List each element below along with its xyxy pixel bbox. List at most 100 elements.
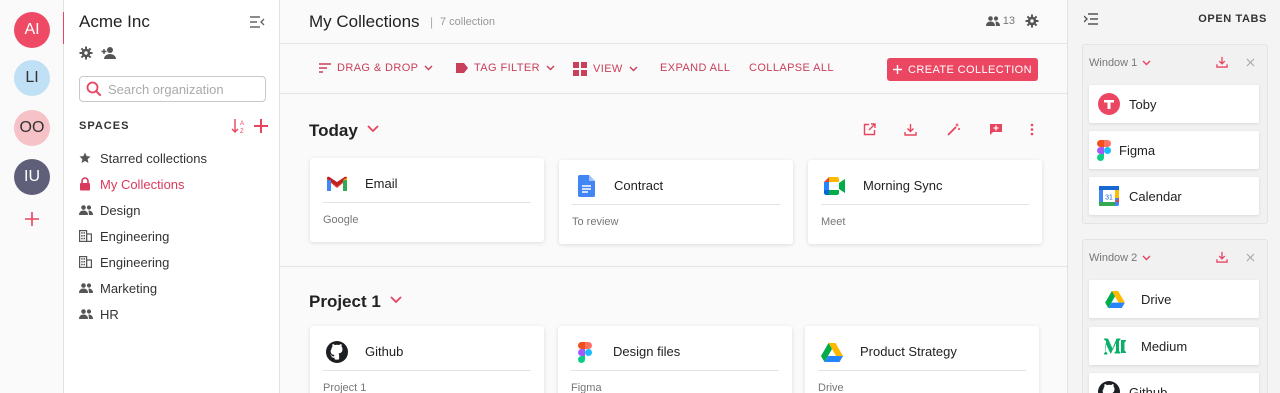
- google-drive-icon: [820, 340, 844, 364]
- close-window-button[interactable]: [1246, 58, 1255, 67]
- add-space-button[interactable]: [253, 118, 269, 134]
- collapse-sidebar-button[interactable]: [249, 15, 265, 29]
- download-button[interactable]: [904, 123, 947, 136]
- sort-lines-icon: [319, 63, 331, 73]
- plus-icon: [893, 65, 903, 74]
- save-window-button[interactable]: [1216, 251, 1228, 263]
- expand-all-button[interactable]: EXPAND ALL: [660, 62, 730, 74]
- bookmark-title: Morning Sync: [863, 178, 943, 193]
- main-content: My Collections | 7 collection 13 DRAG & …: [280, 0, 1067, 393]
- toggle-panel-button[interactable]: [1084, 13, 1098, 25]
- open-tab[interactable]: 31 Calendar: [1089, 177, 1259, 215]
- sidebar: Acme Inc SPACES AZ: [64, 0, 280, 393]
- spaces-title: SPACES: [79, 120, 130, 132]
- open-tab[interactable]: Medium: [1089, 327, 1259, 365]
- google-meet-icon: [823, 174, 847, 198]
- collection-toggle-button[interactable]: [390, 296, 402, 304]
- collection-toggle-button[interactable]: [367, 125, 379, 133]
- sidebar-item-engineering[interactable]: Engineering: [79, 223, 269, 249]
- open-external-icon: [863, 123, 876, 136]
- space-settings-button[interactable]: [1025, 14, 1039, 28]
- figma-icon: [1089, 139, 1119, 161]
- search-box: [79, 76, 266, 102]
- svg-text:Z: Z: [240, 129, 244, 134]
- tab-title: Figma: [1119, 142, 1156, 158]
- collection-toolbar: DRAG & DROP TAG FILTER VIEW EXPAND ALL C…: [280, 44, 1067, 94]
- open-tab[interactable]: Figma: [1089, 131, 1259, 169]
- create-collection-button[interactable]: CREATE COLLECTION: [887, 58, 1038, 81]
- spaces-header: SPACES AZ: [79, 118, 269, 134]
- expand-all-label: EXPAND ALL: [660, 62, 731, 74]
- sidebar-item-hr[interactable]: HR: [79, 301, 269, 327]
- google-calendar-icon: 31: [1089, 186, 1129, 206]
- workspace-avatar-2[interactable]: LI: [14, 60, 50, 96]
- header-tools: 13: [985, 14, 1039, 28]
- close-window-button[interactable]: [1246, 253, 1255, 262]
- card-divider: [821, 204, 1029, 205]
- building-icon: [79, 230, 92, 242]
- bookmark-card[interactable]: Email Google: [310, 158, 544, 242]
- medium-icon: [1089, 337, 1141, 355]
- collection-title: Project 1: [309, 292, 381, 311]
- bookmark-card[interactable]: Github Project 1: [310, 326, 544, 393]
- invite-member-button[interactable]: [101, 46, 118, 60]
- tag-filter-button[interactable]: TAG FILTER: [455, 62, 555, 74]
- browser-window-2: Window 2 Drive Medium Github: [1082, 239, 1268, 393]
- sidebar-item-design[interactable]: Design: [79, 197, 269, 223]
- bookmark-title: Contract: [614, 178, 664, 193]
- bookmark-title: Email: [365, 176, 398, 191]
- collapse-all-button[interactable]: COLLAPSE ALL: [749, 62, 834, 74]
- bookmark-title: Github: [365, 344, 404, 359]
- more-options-button[interactable]: [1030, 123, 1034, 136]
- bookmark-card[interactable]: Design files Figma: [558, 326, 792, 393]
- magic-button[interactable]: [947, 123, 989, 136]
- sidebar-item-label: Engineering: [100, 228, 170, 244]
- bookmark-card[interactable]: Product Strategy Drive: [805, 326, 1039, 393]
- space-list: Starred collections My Collections Desig…: [79, 145, 269, 327]
- chevron-down-icon: [367, 125, 379, 133]
- search-input[interactable]: [108, 81, 258, 97]
- window-header[interactable]: Window 2: [1089, 252, 1151, 264]
- close-icon: [1246, 58, 1255, 66]
- open-tab[interactable]: Toby: [1089, 85, 1259, 123]
- open-tab[interactable]: Github: [1089, 373, 1259, 393]
- add-workspace-button[interactable]: [14, 205, 50, 233]
- browser-window-1: Window 1 Toby Figma 31 Calendar: [1082, 44, 1268, 224]
- tab-title: Github: [1129, 384, 1168, 393]
- window-header[interactable]: Window 1: [1089, 57, 1151, 69]
- open-tabs-title: OPEN TABS: [1198, 13, 1267, 25]
- add-note-button[interactable]: [989, 123, 1030, 136]
- bookmark-card[interactable]: Morning Sync Meet: [808, 160, 1042, 244]
- bookmark-subtitle: Figma: [571, 382, 602, 393]
- drag-drop-button[interactable]: DRAG & DROP: [319, 62, 433, 74]
- members-button[interactable]: 13: [985, 15, 1015, 27]
- open-tab[interactable]: Drive: [1089, 280, 1259, 318]
- spaces-tools: AZ: [231, 118, 269, 134]
- workspace-avatar-3[interactable]: OO: [14, 110, 50, 146]
- sidebar-item-my-collections[interactable]: My Collections: [79, 171, 269, 197]
- sidebar-item-marketing[interactable]: Marketing: [79, 275, 269, 301]
- bookmark-card[interactable]: Contract To review: [559, 160, 793, 244]
- collection-count: 7 collection: [440, 16, 496, 28]
- workspace-avatar-4[interactable]: IU: [14, 159, 50, 195]
- download-icon: [1216, 56, 1228, 68]
- sidebar-item-engineering-2[interactable]: Engineering: [79, 249, 269, 275]
- settings-button[interactable]: [79, 46, 93, 60]
- grid-view-icon: [573, 62, 587, 76]
- tag-filter-label: TAG FILTER: [474, 62, 540, 74]
- collapse-menu-icon: [1084, 13, 1098, 25]
- people-icon: [985, 16, 1000, 26]
- bookmark-subtitle: To review: [572, 216, 619, 228]
- save-window-button[interactable]: [1216, 56, 1228, 68]
- sidebar-item-starred-collections[interactable]: Starred collections: [79, 145, 269, 171]
- create-collection-label: CREATE COLLECTION: [908, 63, 1032, 76]
- bookmark-title: Product Strategy: [860, 344, 957, 359]
- sort-spaces-button[interactable]: AZ: [231, 118, 247, 134]
- workspace-avatar-1[interactable]: AI: [14, 12, 50, 48]
- open-all-tabs-button[interactable]: [863, 123, 904, 136]
- person-add-icon: [101, 47, 116, 59]
- workspace-initials: IU: [24, 168, 40, 185]
- view-button[interactable]: VIEW: [573, 62, 638, 76]
- bookmark-title: Design files: [613, 344, 681, 359]
- card-divider: [572, 204, 780, 205]
